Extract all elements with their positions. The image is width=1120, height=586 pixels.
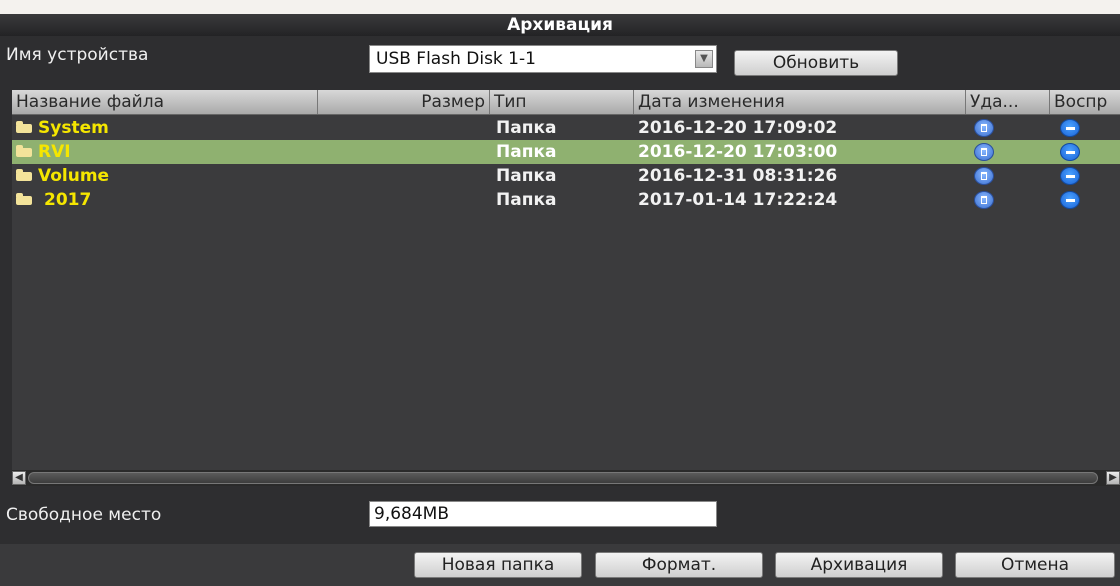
col-header-size[interactable]: Размер bbox=[318, 90, 490, 114]
format-button[interactable]: Формат. bbox=[595, 552, 763, 578]
table-row[interactable]: Volume Папка 2016-12-31 08:31:26 bbox=[12, 164, 1120, 188]
free-space-label: Свободное место bbox=[6, 505, 162, 525]
col-header-modified[interactable]: Дата изменения bbox=[634, 90, 966, 114]
trash-icon[interactable] bbox=[974, 143, 994, 161]
table-row[interactable]: RVI Папка 2016-12-20 17:03:00 bbox=[12, 140, 1120, 164]
backup-dialog: Архивация Имя устройства USB Flash Disk … bbox=[0, 14, 1120, 586]
row-name: System bbox=[38, 118, 109, 138]
row-type: Папка bbox=[496, 118, 557, 138]
row-modified: 2016-12-31 08:31:26 bbox=[638, 166, 838, 186]
row-modified: 2017-01-14 17:22:24 bbox=[638, 190, 838, 210]
col-header-name[interactable]: Название файла bbox=[12, 90, 318, 114]
trash-icon[interactable] bbox=[974, 167, 994, 185]
scroll-thumb[interactable] bbox=[28, 472, 1098, 484]
folder-icon bbox=[16, 121, 32, 133]
backup-button[interactable]: Архивация bbox=[775, 552, 943, 578]
footer-bar: Новая папка Формат. Архивация Отмена bbox=[0, 544, 1120, 586]
table-row[interactable]: 2017 Папка 2017-01-14 17:22:24 bbox=[12, 188, 1120, 212]
table-header: Название файла Размер Тип Дата изменения… bbox=[12, 90, 1120, 115]
horizontal-scrollbar[interactable]: ◀ ▶ bbox=[12, 470, 1120, 486]
play-icon[interactable] bbox=[1060, 143, 1080, 161]
row-modified: 2016-12-20 17:03:00 bbox=[638, 142, 838, 162]
play-icon[interactable] bbox=[1060, 191, 1080, 209]
scroll-left-icon[interactable]: ◀ bbox=[12, 471, 26, 485]
device-name-label: Имя устройства bbox=[6, 45, 149, 65]
free-space-field: 9,684MB bbox=[369, 501, 717, 527]
row-type: Папка bbox=[496, 166, 557, 186]
col-header-type[interactable]: Тип bbox=[490, 90, 634, 114]
free-space-value: 9,684MB bbox=[374, 504, 449, 524]
play-icon[interactable] bbox=[1060, 119, 1080, 137]
row-type: Папка bbox=[496, 190, 557, 210]
device-select[interactable]: USB Flash Disk 1-1 ▼ bbox=[369, 45, 717, 73]
scroll-right-icon[interactable]: ▶ bbox=[1106, 471, 1120, 485]
row-modified: 2016-12-20 17:09:02 bbox=[638, 118, 838, 138]
refresh-button[interactable]: Обновить bbox=[734, 50, 898, 76]
table-row[interactable]: System Папка 2016-12-20 17:09:02 bbox=[12, 116, 1120, 140]
folder-icon bbox=[16, 169, 32, 181]
col-header-play[interactable]: Воспр bbox=[1050, 90, 1120, 114]
row-type: Папка bbox=[496, 142, 557, 162]
device-select-value: USB Flash Disk 1-1 bbox=[376, 49, 536, 69]
chevron-down-icon[interactable]: ▼ bbox=[695, 50, 713, 68]
trash-icon[interactable] bbox=[974, 119, 994, 137]
row-name: 2017 bbox=[44, 190, 92, 210]
folder-icon bbox=[16, 193, 32, 205]
play-icon[interactable] bbox=[1060, 167, 1080, 185]
col-header-delete[interactable]: Уда... bbox=[966, 90, 1050, 114]
new-folder-button[interactable]: Новая папка bbox=[414, 552, 582, 578]
cancel-button[interactable]: Отмена bbox=[955, 552, 1115, 578]
trash-icon[interactable] bbox=[974, 191, 994, 209]
file-table: Название файла Размер Тип Дата изменения… bbox=[12, 90, 1120, 486]
folder-icon bbox=[16, 145, 32, 157]
dialog-title: Архивация bbox=[0, 14, 1120, 36]
row-name: RVI bbox=[38, 142, 71, 162]
row-name: Volume bbox=[38, 166, 110, 186]
